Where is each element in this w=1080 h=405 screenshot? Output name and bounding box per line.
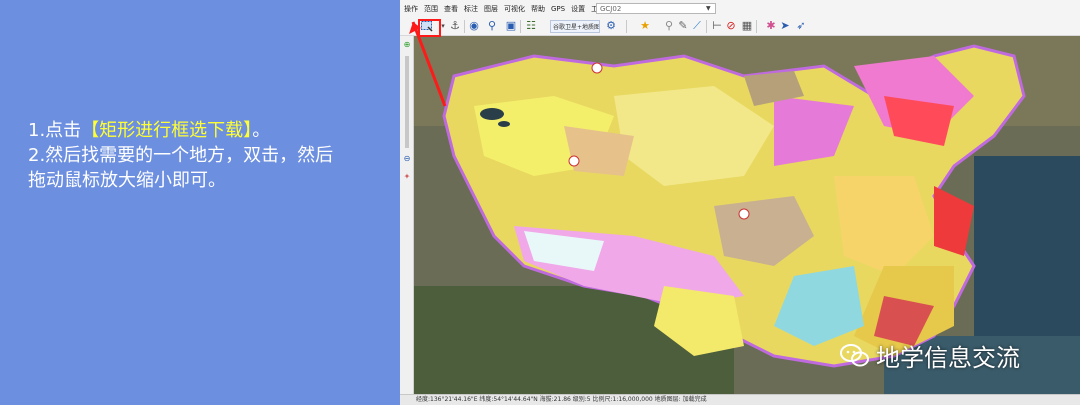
map-layer-select[interactable]: 谷歌卫星+地质图 (550, 20, 600, 33)
watermark: 地学信息交流 (840, 338, 1020, 373)
wechat-icon (840, 343, 869, 366)
menu-item-3[interactable]: 标注 (464, 4, 478, 14)
menu-item-7[interactable]: GPS (551, 5, 565, 13)
toolbar: ▾ ⚓ ◉ ⚲ ▣ ☷ 谷歌卫星+地质图 ⚙ ★ ⚲ ✎ ⟋ ⊢ ⊘ ▦ ✱ ➤… (400, 17, 1080, 36)
select-icon[interactable]: ➶ (794, 19, 808, 33)
search-icon[interactable]: ⚙ (604, 19, 618, 33)
step-2-line-2: 拖动鼠标放大缩小即可。 (28, 170, 226, 191)
layers-icon[interactable]: ☷ (524, 19, 538, 33)
crosshair-icon[interactable]: ⊢ (710, 19, 724, 33)
watermark-text: 地学信息交流 (876, 344, 1020, 372)
tools-icon[interactable]: ✱ (764, 19, 778, 33)
step-1: 1.点击【矩形进行框选下载】。 (28, 118, 388, 143)
instruction-panel: 1.点击【矩形进行框选下载】。 2.然后找需要的一个地方，双击，然后 拖动鼠标放… (0, 0, 400, 405)
menu-item-5[interactable]: 可视化 (504, 4, 525, 14)
zoom-icon[interactable]: ⚲ (485, 19, 499, 33)
pointer-icon[interactable]: ➤ (778, 19, 792, 33)
instruction-text: 1.点击【矩形进行框选下载】。 2.然后找需要的一个地方，双击，然后 拖动鼠标放… (28, 118, 388, 193)
star-icon[interactable]: ★ (638, 19, 652, 33)
toolbar-divider (706, 20, 707, 33)
toolbar-divider (756, 20, 757, 33)
map-pin-icon[interactable]: ⚲ (662, 19, 676, 33)
coordinate-system-select[interactable]: GCJ02 (596, 3, 716, 14)
step-1-highlight: 【矩形进行框选下载】 (81, 120, 253, 141)
menu-item-6[interactable]: 帮助 (531, 4, 545, 14)
chevron-down-icon[interactable]: ▼ (706, 5, 711, 12)
zoom-out-icon[interactable]: ⊖ (402, 154, 412, 164)
status-bar: 经度:136°21'44.16"E 纬度:54°14'44.64"N 海拔:21… (400, 394, 1080, 405)
draw-line-icon[interactable]: ✎ (676, 19, 690, 33)
menu-bar: 操作 范围 查看 标注 图层 可视化 帮助 GPS 设置 工具 (400, 0, 1080, 17)
menu-item-1[interactable]: 范围 (424, 4, 438, 14)
menu-item-0[interactable]: 操作 (404, 4, 418, 14)
stop-icon[interactable]: ⊘ (724, 19, 738, 33)
reset-view-icon[interactable]: ✦ (402, 172, 412, 182)
ruler-icon[interactable]: ⟋ (690, 19, 704, 33)
menu-item-2[interactable]: 查看 (444, 4, 458, 14)
toolbar-divider (626, 20, 627, 33)
menu-item-4[interactable]: 图层 (484, 4, 498, 14)
toolbar-divider (520, 20, 521, 33)
grid-icon[interactable]: ▦ (740, 19, 754, 33)
fullscreen-icon[interactable]: ▣ (504, 19, 518, 33)
menu-item-8[interactable]: 设置 (571, 4, 585, 14)
red-arrow-icon (409, 21, 447, 107)
step-2-line-1: 2.然后找需要的一个地方，双击，然后 (28, 145, 334, 166)
globe-icon[interactable]: ◉ (467, 19, 481, 33)
step-1-prefix: 1.点击 (28, 120, 82, 141)
step-1-suffix: 。 (252, 120, 271, 141)
